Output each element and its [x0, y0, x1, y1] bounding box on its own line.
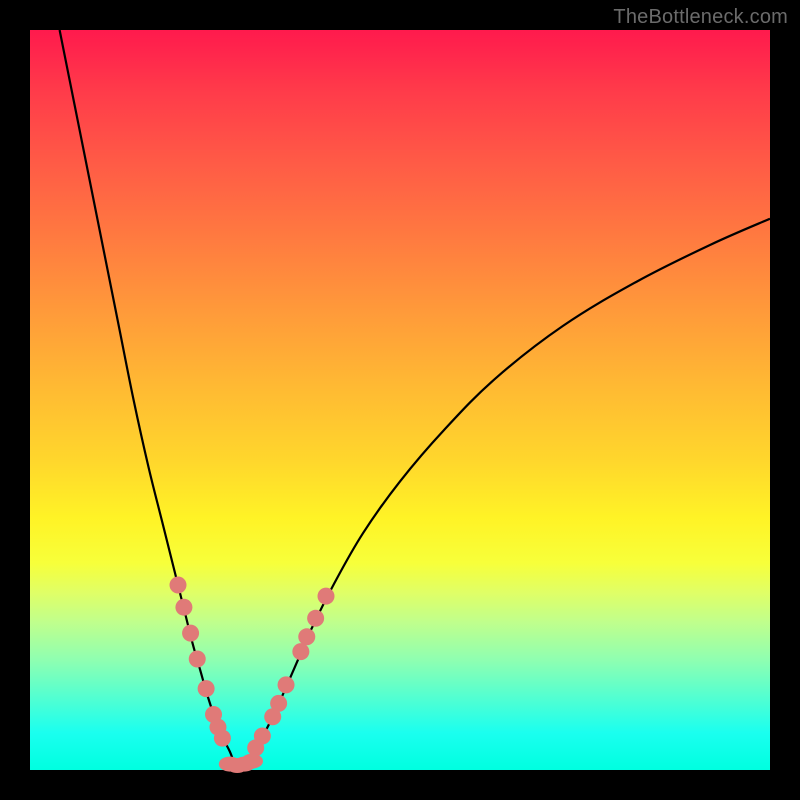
data-marker: [170, 577, 187, 594]
data-marker: [298, 628, 315, 645]
data-markers: [170, 577, 335, 774]
curve-right-branch: [237, 219, 770, 770]
data-marker: [278, 676, 295, 693]
data-marker: [182, 625, 199, 642]
data-marker: [254, 727, 271, 744]
data-marker: [292, 643, 309, 660]
data-marker: [214, 730, 231, 747]
data-marker: [198, 680, 215, 697]
data-marker: [307, 610, 324, 627]
watermark-text: TheBottleneck.com: [613, 6, 788, 29]
data-marker: [318, 588, 335, 605]
data-marker: [270, 695, 287, 712]
curve-left-branch: [60, 30, 238, 770]
data-marker: [175, 599, 192, 616]
data-marker: [189, 651, 206, 668]
bottleneck-curve-chart: [30, 30, 770, 770]
data-marker-valley: [241, 754, 263, 769]
